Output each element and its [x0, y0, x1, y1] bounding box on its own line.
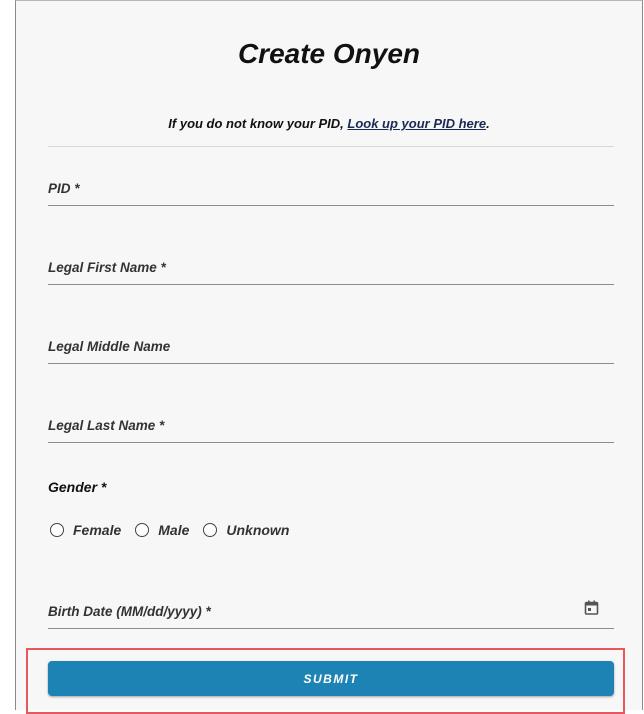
legal-first-name-field[interactable]: Legal First Name *: [48, 251, 614, 285]
gender-option-female[interactable]: Female: [50, 522, 121, 538]
pid-help-prefix: If you do not know your PID,: [168, 116, 348, 131]
female-radio[interactable]: [50, 523, 64, 537]
page-title: Create Onyen: [237, 38, 421, 69]
pid-help-suffix: .: [486, 116, 490, 131]
gender-option-male[interactable]: Male: [135, 522, 189, 538]
calendar-icon[interactable]: [584, 600, 599, 615]
legal-middle-name-field[interactable]: Legal Middle Name: [48, 330, 614, 364]
pid-field[interactable]: PID *: [48, 172, 614, 206]
lookup-pid-link[interactable]: Look up your PID here: [347, 116, 486, 131]
submit-button[interactable]: SUBMIT: [48, 661, 614, 696]
gender-label: Gender *: [48, 479, 107, 495]
gender-radio-group: Female Male Unknown: [50, 520, 303, 540]
pid-help-text: If you do not know your PID, Look up you…: [15, 116, 643, 131]
unknown-radio[interactable]: [203, 523, 218, 537]
male-radio[interactable]: [135, 523, 150, 537]
unknown-radio-label: Unknown: [226, 522, 290, 538]
gender-option-unknown[interactable]: Unknown: [203, 522, 289, 538]
female-radio-label: Female: [73, 522, 122, 538]
male-radio-label: Male: [158, 522, 190, 538]
header-divider: [48, 146, 614, 147]
birth-date-field[interactable]: Birth Date (MM/dd/yyyy) *: [48, 595, 614, 629]
legal-last-name-field[interactable]: Legal Last Name *: [48, 409, 614, 443]
